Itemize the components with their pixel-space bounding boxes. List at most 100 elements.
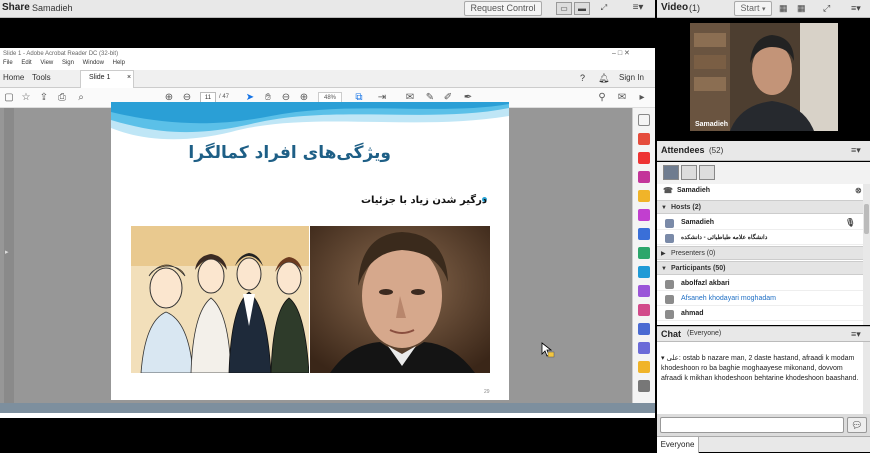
chat-title: Chat [661,329,681,339]
menu-sign[interactable]: Sign [62,60,74,66]
attendees-header: Attendees (52) ≡▾ [657,141,870,161]
send-icon[interactable] [638,304,650,316]
chat-input[interactable] [660,417,844,433]
video-pod-header: Video (1) Start ▾ ▦ ▦ ⤢ ≡▾ [657,0,870,18]
participant-icon [665,310,674,319]
participants-section[interactable]: ▼ Participants (50) [657,261,863,275]
send-message-button[interactable]: 💬︎ [847,417,867,433]
sign-in-link[interactable]: Sign In [619,73,644,82]
my-status-row[interactable]: ☎ Samadieh ⊗ [657,184,863,199]
pod-menu-icon[interactable]: ≡▾ [851,145,861,156]
hosts-section[interactable]: ▼ Hosts (2) [657,200,863,214]
compress-icon[interactable] [638,247,650,259]
menu-view[interactable]: View [40,60,53,66]
list-item[interactable]: دانشگاه علامه طباطبائی - دانشکده [657,231,863,245]
layout-icon[interactable]: ▭ [556,2,572,15]
fullscreen-icon[interactable]: ⤢ [823,3,830,14]
chat-message: ▾ علی: ostab b nazare man, 2 daste hasta… [661,355,859,382]
share-link-icon[interactable]: ⚲ [596,92,608,104]
organize-icon[interactable] [638,209,650,221]
attendees-title: Attendees [661,145,705,155]
prepare-form-icon[interactable] [638,342,650,354]
pod-menu-icon[interactable]: ≡▾ [630,2,646,15]
fill-sign-icon[interactable] [638,285,650,297]
video-title: Video [661,2,689,13]
chat-footer: Everyone [657,436,870,453]
status-view-icon[interactable] [699,165,715,180]
tab-tools[interactable]: Tools [32,73,51,82]
slide-bullet-text: درگیر شدن زیاد با جزئیات [360,195,487,206]
attendees-toolbar [657,162,870,184]
pod-menu-icon[interactable]: ≡▾ [851,3,861,14]
chevron-down-icon: ▾ [762,6,766,13]
close-icon[interactable]: ⊗ [855,184,862,198]
chevron-down-icon: ▼ [661,266,667,272]
create-pdf-icon[interactable] [638,152,650,164]
edit-pdf-icon[interactable] [638,171,650,183]
start-video-button[interactable]: Start ▾ [734,1,772,16]
comment-tool-icon[interactable] [638,190,650,202]
attendees-scrollbar[interactable] [863,184,870,325]
upload-icon[interactable]: ⇪ [38,92,50,104]
menu-edit[interactable]: Edit [21,60,31,66]
list-view-icon[interactable] [663,165,679,180]
protect-icon[interactable] [638,323,650,335]
stamp-icon[interactable] [638,361,650,373]
zoom-tool-icon[interactable] [638,114,650,126]
share-header: Share Samadieh Request Control ▭ ▬ ⤢ ≡▾ [0,0,655,18]
chat-tab-everyone[interactable]: Everyone [657,437,699,453]
slide-page-number: 29 [484,389,490,395]
help-icon[interactable]: ? [580,73,585,83]
menu-file[interactable]: File [3,60,13,66]
request-control-button[interactable]: Request Control [464,1,542,16]
chevron-right-icon: ▸ [5,249,9,256]
share-presenter-name: Samadieh [32,3,73,13]
more-icon[interactable]: ▸ [636,92,648,104]
grid-alt-icon[interactable]: ▦ [797,3,806,14]
host-icon [665,234,674,243]
search-icon[interactable]: ⌕ [75,92,87,104]
grid-view-icon[interactable]: ▦ [779,3,788,14]
participant-name: Afsaneh khodayari moghadam [681,295,776,302]
list-item[interactable]: abolfazl akbari [657,277,863,291]
list-item[interactable]: Afsaneh khodayari moghadam [657,292,863,306]
create-icon[interactable]: ▢ [3,92,15,104]
tab-document[interactable]: Slide 1 × [80,70,134,88]
acrobat-tab-bar: Home Tools Slide 1 × ? 🔔︎ Sign In [0,70,655,88]
menu-window[interactable]: Window [83,60,104,66]
hosts-label: Hosts (2) [671,204,701,211]
presenters-section[interactable]: ▶ Presenters (0) [657,246,863,260]
layout-alt-icon[interactable]: ▬ [574,2,590,15]
combine-icon[interactable] [638,228,650,240]
left-panel-toggle[interactable]: ▸ [4,108,14,408]
list-item[interactable]: Samadieh 🎙︎ [657,216,863,230]
tab-home[interactable]: Home [3,73,24,82]
chat-messages: ▾ علی: ostab b nazare man, 2 daste hasta… [657,342,863,414]
presenters-label: Presenters (0) [671,250,716,257]
star-icon[interactable]: ☆ [20,92,32,104]
more-tools-icon[interactable] [638,380,650,392]
page-total: / 47 [219,94,230,100]
participant-name: ahmad [681,310,704,317]
attendees-list: ☎ Samadieh ⊗ ▼ Hosts (2) Samadieh 🎙︎ دان… [657,184,863,325]
acrobat-window: Slide 1 - Adobe Acrobat Reader DC (32-bi… [0,48,655,418]
pod-menu-icon[interactable]: ≡▾ [851,329,861,340]
chat-scrollbar[interactable] [863,342,870,414]
acrobat-window-title: Slide 1 - Adobe Acrobat Reader DC (32-bi… [3,51,119,57]
breakout-view-icon[interactable] [681,165,697,180]
bell-icon[interactable]: 🔔︎ [598,73,609,84]
acrobat-title-bar: Slide 1 - Adobe Acrobat Reader DC (32-bi… [0,48,655,60]
acrobat-status-strip [0,403,655,413]
scrollbar-thumb[interactable] [864,204,869,234]
print-icon[interactable]: ⎙ [56,92,68,104]
start-video-label: Start [740,3,760,13]
menu-help[interactable]: Help [113,60,125,66]
close-tab-icon[interactable]: × [127,74,131,81]
fullscreen-icon[interactable]: ⤢ [596,2,612,15]
export-pdf-icon[interactable] [638,133,650,145]
scan-icon[interactable] [638,266,650,278]
window-controls-icon[interactable]: – □ ✕ [612,48,630,60]
email-icon[interactable]: ✉ [616,92,628,104]
portrait-photo [310,226,490,373]
list-item[interactable]: ahmad [657,307,863,321]
